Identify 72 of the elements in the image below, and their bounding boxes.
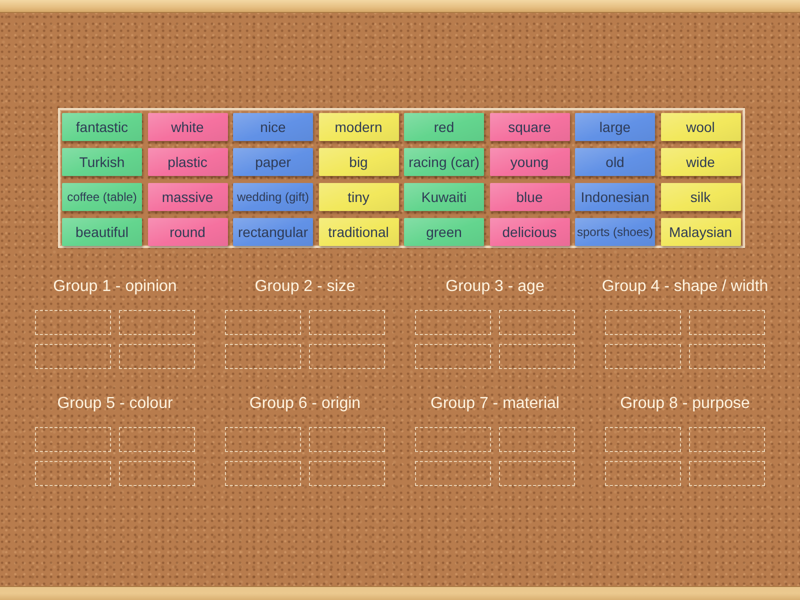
answer-box[interactable] xyxy=(119,427,195,452)
answer-box[interactable] xyxy=(689,461,765,486)
answer-box[interactable] xyxy=(119,310,195,335)
word-card[interactable]: plastic xyxy=(148,148,228,176)
word-card[interactable]: modern xyxy=(318,113,398,141)
answer-box[interactable] xyxy=(35,427,111,452)
word-card[interactable]: wool xyxy=(660,113,740,141)
answer-box[interactable] xyxy=(499,427,575,452)
word-card[interactable]: coffee (table) xyxy=(62,183,142,211)
word-card[interactable]: blue xyxy=(490,183,570,211)
answer-box[interactable] xyxy=(415,310,491,335)
answer-box[interactable] xyxy=(119,461,195,486)
group-title: Group 4 - shape / width xyxy=(602,278,768,296)
word-card[interactable]: delicious xyxy=(490,218,570,246)
answer-box[interactable] xyxy=(689,310,765,335)
word-card[interactable]: sports (shoes) xyxy=(575,218,655,246)
word-card[interactable]: old xyxy=(575,148,655,176)
word-card[interactable]: rectangular xyxy=(233,218,313,246)
answer-box[interactable] xyxy=(605,461,681,486)
answer-box[interactable] xyxy=(35,344,111,369)
word-card[interactable]: round xyxy=(148,218,228,246)
group-title: Group 6 - origin xyxy=(249,395,361,413)
answer-box[interactable] xyxy=(309,310,385,335)
word-card[interactable]: large xyxy=(575,113,655,141)
answer-box[interactable] xyxy=(35,461,111,486)
word-card[interactable]: fantastic xyxy=(62,113,142,141)
word-card[interactable]: racing (car) xyxy=(404,148,484,176)
word-card[interactable]: wedding (gift) xyxy=(233,183,313,211)
word-card[interactable]: red xyxy=(404,113,484,141)
word-card[interactable]: Kuwaiti xyxy=(404,183,484,211)
answer-box[interactable] xyxy=(499,310,575,335)
group-title: Group 2 - size xyxy=(254,278,356,296)
word-card[interactable]: wide xyxy=(660,148,740,176)
answer-box[interactable] xyxy=(605,427,681,452)
group-title: Group 1 - opinion xyxy=(53,278,177,296)
word-card[interactable]: massive xyxy=(148,183,228,211)
answer-box[interactable] xyxy=(119,344,195,369)
group-title: Group 7 - material xyxy=(430,395,560,413)
word-card[interactable]: tiny xyxy=(318,183,398,211)
word-card[interactable]: traditional xyxy=(318,218,398,246)
word-card[interactable]: white xyxy=(148,113,228,141)
answer-box[interactable] xyxy=(309,427,385,452)
answer-box[interactable] xyxy=(415,427,491,452)
answer-box[interactable] xyxy=(309,344,385,369)
group-title: Group 5 - colour xyxy=(57,395,173,413)
answer-box[interactable] xyxy=(35,310,111,335)
word-card[interactable]: paper xyxy=(233,148,313,176)
word-card[interactable]: beautiful xyxy=(62,218,142,246)
answer-box[interactable] xyxy=(309,461,385,486)
word-card[interactable]: Malaysian xyxy=(660,218,740,246)
word-card[interactable]: young xyxy=(490,148,570,176)
answer-box[interactable] xyxy=(605,310,681,335)
answer-box[interactable] xyxy=(689,427,765,452)
answer-box[interactable] xyxy=(499,461,575,486)
answer-box[interactable] xyxy=(225,427,301,452)
answer-box[interactable] xyxy=(415,461,491,486)
answer-box[interactable] xyxy=(225,310,301,335)
answer-box[interactable] xyxy=(225,461,301,486)
answer-box[interactable] xyxy=(605,344,681,369)
word-card[interactable]: silk xyxy=(660,183,740,211)
word-card[interactable]: square xyxy=(490,113,570,141)
group-title: Group 3 - age xyxy=(446,278,544,296)
word-card[interactable]: Indonesian xyxy=(575,183,655,211)
word-card[interactable]: nice xyxy=(233,113,313,141)
answer-box[interactable] xyxy=(225,344,301,369)
answer-box[interactable] xyxy=(415,344,491,369)
group-title: Group 8 - purpose xyxy=(620,395,750,413)
word-card[interactable]: green xyxy=(404,218,484,246)
answer-box[interactable] xyxy=(499,344,575,369)
word-card[interactable]: big xyxy=(318,148,398,176)
word-card[interactable]: Turkish xyxy=(62,148,142,176)
answer-box[interactable] xyxy=(689,344,765,369)
